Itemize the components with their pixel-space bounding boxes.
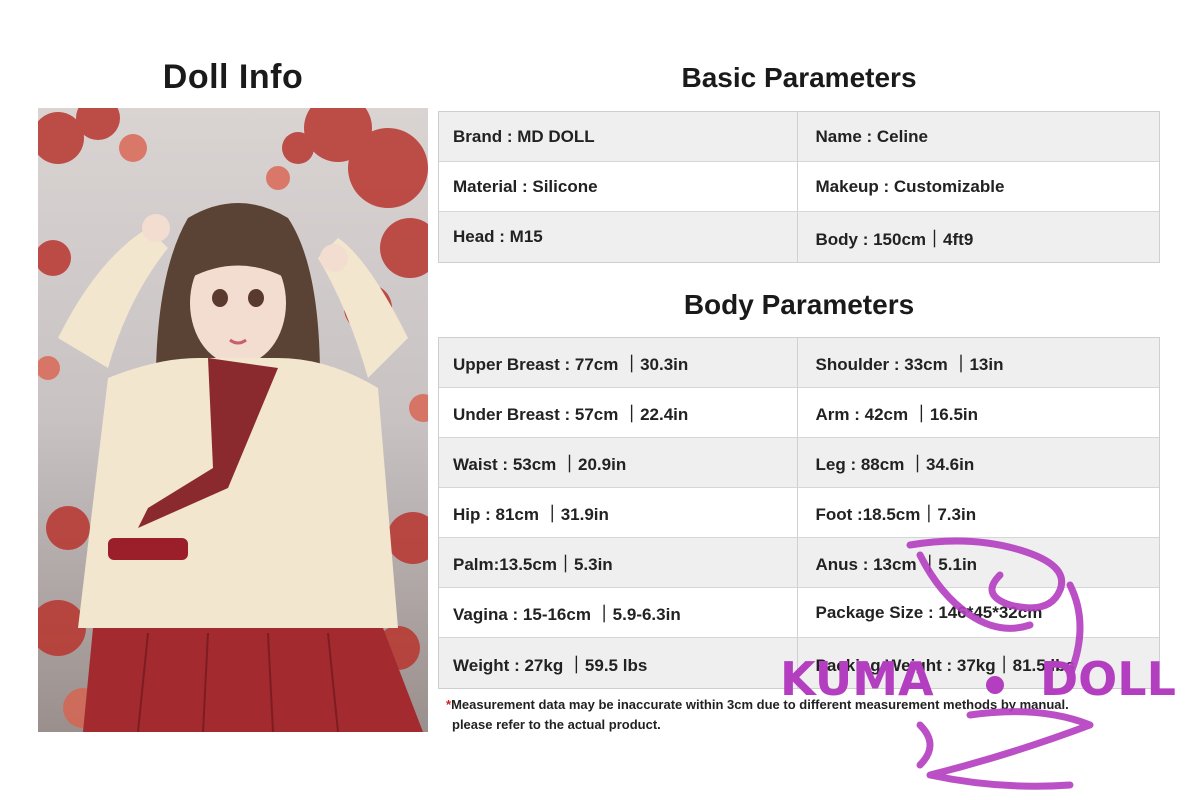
leg-cell: Leg : 88cm ｜34.6in bbox=[796, 438, 1160, 487]
anus-cell: Anus : 13cm ｜5.1in bbox=[796, 538, 1160, 587]
note-text-1: Measurement data may be inaccurate withi… bbox=[451, 697, 1069, 712]
head-cell: Head : M15 bbox=[453, 227, 543, 246]
shoulder-cell: Shoulder : 33cm ｜13in bbox=[796, 338, 1160, 387]
name-cell: Name : Celine bbox=[796, 112, 1160, 161]
body-parameters-table: Upper Breast : 77cm ｜30.3in Shoulder : 3… bbox=[438, 337, 1160, 689]
table-row: Upper Breast : 77cm ｜30.3in Shoulder : 3… bbox=[439, 338, 1159, 388]
under-breast-cell: Under Breast : 57cm ｜22.4in bbox=[453, 405, 689, 424]
waist-cell: Waist : 53cm ｜20.9in bbox=[453, 455, 627, 474]
table-row: Head : M15 Body : 150cm｜4ft9 bbox=[439, 212, 1159, 262]
doll-info-title: Doll Info bbox=[162, 58, 304, 96]
vagina-cell: Vagina : 15-16cm ｜5.9-6.3in bbox=[453, 605, 681, 624]
basic-parameters-table: Brand : MD DOLL Name : Celine Material :… bbox=[438, 111, 1160, 263]
note-text-2: please refer to the actual product. bbox=[452, 717, 661, 732]
table-row: Palm:13.5cm｜5.3in Anus : 13cm ｜5.1in bbox=[439, 538, 1159, 588]
table-row: Brand : MD DOLL Name : Celine bbox=[439, 112, 1159, 162]
foot-cell: Foot :18.5cm｜7.3in bbox=[796, 488, 1160, 537]
table-row: Material : Silicone Makeup : Customizabl… bbox=[439, 162, 1159, 212]
body-height-cell: Body : 150cm｜4ft9 bbox=[796, 212, 1160, 262]
weight-cell: Weight : 27kg ｜59.5 lbs bbox=[453, 655, 648, 675]
palm-cell: Palm:13.5cm｜5.3in bbox=[453, 555, 613, 574]
doll-photo bbox=[38, 108, 428, 732]
note-line-1: *Measurement data may be inaccurate with… bbox=[446, 695, 1166, 715]
basic-parameters-title: Basic Parameters bbox=[681, 62, 917, 93]
table-row: Under Breast : 57cm ｜22.4in Arm : 42cm ｜… bbox=[439, 388, 1159, 438]
hip-cell: Hip : 81cm ｜31.9in bbox=[453, 505, 609, 524]
table-row: Hip : 81cm ｜31.9in Foot :18.5cm｜7.3in bbox=[439, 488, 1159, 538]
measurement-note: *Measurement data may be inaccurate with… bbox=[446, 695, 1166, 735]
packing-weight-cell: Packing Weight : 37kg｜81.5 lbs bbox=[796, 638, 1160, 688]
table-row: Vagina : 15-16cm ｜5.9-6.3in Package Size… bbox=[439, 588, 1159, 638]
package-size-cell: Package Size : 146*45*32cm bbox=[796, 588, 1160, 637]
makeup-cell: Makeup : Customizable bbox=[796, 162, 1160, 211]
table-row: Waist : 53cm ｜20.9in Leg : 88cm ｜34.6in bbox=[439, 438, 1159, 488]
upper-breast-cell: Upper Breast : 77cm ｜30.3in bbox=[453, 355, 689, 374]
material-cell: Material : Silicone bbox=[453, 176, 598, 196]
arm-cell: Arm : 42cm ｜16.5in bbox=[796, 388, 1160, 437]
body-parameters-title: Body Parameters bbox=[683, 289, 915, 320]
table-row: Weight : 27kg ｜59.5 lbs Packing Weight :… bbox=[439, 638, 1159, 688]
brand-cell: Brand : MD DOLL bbox=[453, 126, 595, 146]
